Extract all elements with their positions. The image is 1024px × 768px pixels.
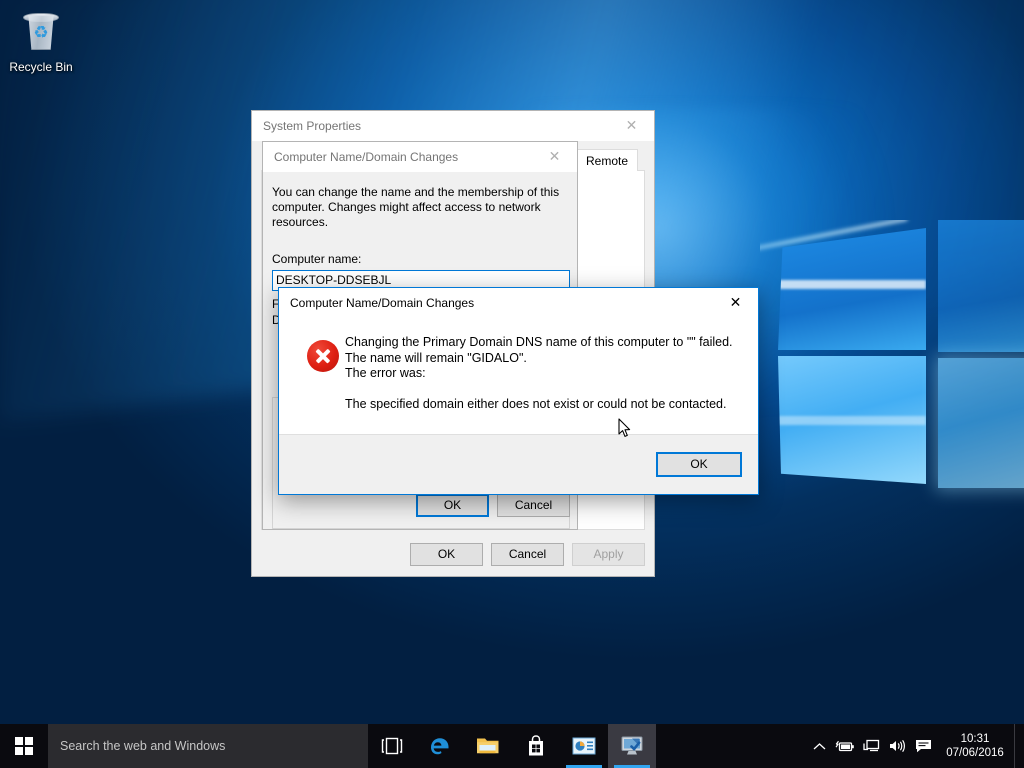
action-center-icon[interactable] [910,724,936,768]
error-icon [307,340,339,372]
start-button[interactable] [0,724,48,768]
windows-logo-icon [15,737,33,755]
computer-name-title: Computer Name/Domain Changes [274,150,459,164]
sp-cancel-button[interactable]: Cancel [491,543,564,566]
show-desktop-button[interactable] [1014,724,1022,768]
taskbar-store-button[interactable] [512,724,560,768]
desktop[interactable]: ♻ Recycle Bin System Properties ✕ Remote… [0,0,1024,768]
system-properties-title: System Properties [263,119,362,133]
taskbar[interactable]: Search the web and Windows 10:31 07/06/2… [0,724,1024,768]
system-tray: 10:31 07/06/2016 [806,724,1024,768]
battery-icon[interactable] [832,724,858,768]
desktop-icon-label: Recycle Bin [9,60,73,74]
close-icon[interactable]: ✕ [713,289,758,318]
taskbar-system-properties-button[interactable] [608,724,656,768]
error-dialog-footer: OK [279,434,758,494]
taskbar-edge-button[interactable] [416,724,464,768]
computer-name-description: You can change the name and the membersh… [272,185,560,229]
office-app-icon [572,737,596,755]
microsoft-edge-icon [431,738,449,755]
microsoft-store-icon [529,735,543,756]
system-properties-icon [621,736,643,755]
computer-name-buttons: OK Cancel [416,494,570,517]
error-dialog[interactable]: Computer Name/Domain Changes ✕ Changing … [278,287,759,495]
taskbar-file-explorer-button[interactable] [464,724,512,768]
taskbar-apps [368,724,656,768]
computer-name-titlebar[interactable]: Computer Name/Domain Changes ✕ [263,142,577,172]
sp-ok-button[interactable]: OK [410,543,483,566]
system-properties-titlebar[interactable]: System Properties ✕ [252,111,654,141]
computer-name-label: Computer name: [272,252,362,266]
wallpaper-windows-logo [760,220,1024,640]
network-icon[interactable] [858,724,884,768]
taskbar-office-app-button[interactable] [560,724,608,768]
chevron-up-icon[interactable] [806,724,832,768]
cn-cancel-button[interactable]: Cancel [497,494,570,517]
error-message: Changing the Primary Domain DNS name of … [345,335,733,411]
taskbar-task-view-button[interactable] [368,724,416,768]
system-properties-buttons: OK Cancel Apply [410,543,645,566]
close-icon[interactable]: ✕ [532,143,577,172]
error-dialog-title: Computer Name/Domain Changes [290,296,475,310]
desktop-icon-recycle-bin[interactable]: ♻ Recycle Bin [4,6,78,74]
file-explorer-icon [477,738,499,754]
speaker-icon[interactable] [884,724,910,768]
clock-date: 07/06/2016 [946,747,1004,759]
error-ok-button[interactable]: OK [656,452,742,477]
task-view-icon [381,737,403,755]
recycle-bin-icon: ♻ [17,8,65,56]
tab-remote[interactable]: Remote [576,149,639,171]
cn-ok-button[interactable]: OK [416,494,489,517]
search-placeholder: Search the web and Windows [60,739,226,753]
close-icon[interactable]: ✕ [609,112,654,141]
sp-apply-button: Apply [572,543,645,566]
clock-time: 10:31 [960,733,990,745]
taskbar-clock[interactable]: 10:31 07/06/2016 [936,724,1014,768]
error-dialog-titlebar[interactable]: Computer Name/Domain Changes ✕ [279,288,758,318]
search-input[interactable]: Search the web and Windows [48,724,368,768]
